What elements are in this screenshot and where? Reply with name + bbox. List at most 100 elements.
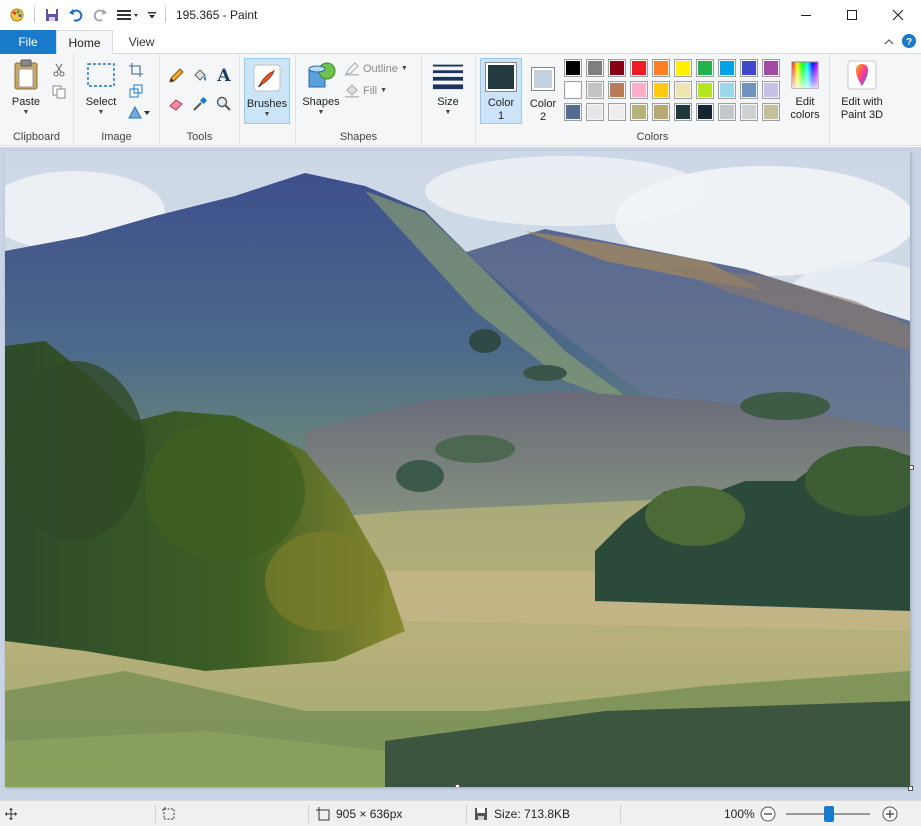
palette-swatch[interactable] xyxy=(762,59,780,77)
palette-swatch[interactable] xyxy=(674,81,692,99)
minimize-button[interactable] xyxy=(783,0,829,30)
palette-swatch[interactable] xyxy=(696,81,714,99)
zoom-level: 100% xyxy=(724,807,755,821)
image-group-label: Image xyxy=(101,131,132,143)
palette-swatch[interactable] xyxy=(608,81,626,99)
clipboard-group-label: Clipboard xyxy=(12,131,61,143)
tab-view[interactable]: View xyxy=(113,30,170,54)
palette-swatch[interactable] xyxy=(762,81,780,99)
copy-icon[interactable] xyxy=(49,82,69,102)
help-icon[interactable]: ? xyxy=(901,33,917,52)
ribbon: Paste ▼ Clipboard Select ▼ Image A Tools… xyxy=(0,54,921,146)
palette-swatch[interactable] xyxy=(652,81,670,99)
magnifier-icon[interactable] xyxy=(214,94,234,114)
palette-swatch[interactable] xyxy=(630,81,648,99)
resize-handle-bottom[interactable] xyxy=(455,784,460,787)
size-group: Size ▼ xyxy=(422,54,476,146)
palette-swatch[interactable] xyxy=(740,81,758,99)
maximize-button[interactable] xyxy=(829,0,875,30)
palette-swatch[interactable] xyxy=(586,59,604,77)
color1-button[interactable]: Color 1 xyxy=(480,58,522,124)
zoom-in-icon xyxy=(882,806,898,822)
brushes-button[interactable]: Brushes ▼ xyxy=(244,58,290,124)
drawing-canvas[interactable] xyxy=(5,151,910,787)
palette-swatch[interactable] xyxy=(740,103,758,121)
palette-swatch[interactable] xyxy=(564,81,582,99)
paste-caret-icon: ▼ xyxy=(22,109,30,116)
palette-swatch[interactable] xyxy=(564,59,582,77)
undo-icon[interactable] xyxy=(65,4,87,26)
color-palette xyxy=(564,59,788,125)
close-button[interactable] xyxy=(875,0,921,30)
palette-swatch[interactable] xyxy=(608,103,626,121)
color-picker-icon[interactable] xyxy=(190,94,210,114)
separator xyxy=(165,7,166,23)
paint-app-icon[interactable] xyxy=(6,4,28,26)
image-dimensions: 905 × 636px xyxy=(316,801,402,826)
select-icon xyxy=(85,58,117,92)
palette-swatch[interactable] xyxy=(630,103,648,121)
palette-swatch[interactable] xyxy=(586,103,604,121)
fill-bucket-icon[interactable] xyxy=(190,66,210,86)
palette-swatch[interactable] xyxy=(718,103,736,121)
cut-icon[interactable] xyxy=(49,60,69,80)
select-caret-icon: ▼ xyxy=(97,109,105,116)
palette-swatch[interactable] xyxy=(674,103,692,121)
selection-size xyxy=(162,801,176,826)
palette-swatch[interactable] xyxy=(652,59,670,77)
shapes-group-label: Shapes xyxy=(339,131,378,143)
customize-toolbar-icon[interactable] xyxy=(113,4,143,26)
palette-swatch[interactable] xyxy=(718,59,736,77)
edit-colors-button[interactable]: Edit colors xyxy=(782,58,828,122)
paste-button[interactable]: Paste ▼ xyxy=(6,58,46,117)
collapse-ribbon-icon[interactable] xyxy=(883,36,895,50)
canvas-workspace[interactable] xyxy=(0,147,921,800)
size-button[interactable]: Size ▼ xyxy=(428,58,468,117)
palette-swatch[interactable] xyxy=(652,103,670,121)
palette-swatch[interactable] xyxy=(718,81,736,99)
status-bar: 905 × 636px Size: 713.8KB 100% xyxy=(0,800,921,826)
zoom-out-button[interactable] xyxy=(760,801,776,826)
ribbon-tabs: File Home View ? xyxy=(0,30,921,55)
palette-swatch[interactable] xyxy=(696,103,714,121)
window-title: 195.365 - Paint xyxy=(176,8,258,22)
select-button[interactable]: Select ▼ xyxy=(80,58,122,117)
zoom-out-icon xyxy=(760,806,776,822)
size-caret-icon: ▼ xyxy=(444,109,452,116)
tab-home[interactable]: Home xyxy=(56,30,113,55)
move-cursor-icon xyxy=(5,808,17,820)
resize-handle-right[interactable] xyxy=(909,465,914,470)
shapes-group: Shapes ▼ Outline ▼ Fill ▼ Shapes xyxy=(296,54,422,146)
fill-button[interactable]: Fill ▼ xyxy=(344,84,387,98)
palette-swatch[interactable] xyxy=(674,59,692,77)
resize-icon[interactable] xyxy=(126,81,146,101)
rotate-icon[interactable] xyxy=(126,102,152,122)
palette-swatch[interactable] xyxy=(586,81,604,99)
palette-swatch[interactable] xyxy=(608,59,626,77)
save-icon[interactable] xyxy=(41,4,63,26)
pencil-icon[interactable] xyxy=(166,66,186,86)
text-tool-icon[interactable]: A xyxy=(214,66,234,86)
color2-button[interactable]: Color 2 xyxy=(524,58,562,124)
redo-icon[interactable] xyxy=(89,4,111,26)
palette-swatch[interactable] xyxy=(696,59,714,77)
outline-button[interactable]: Outline ▼ xyxy=(344,62,408,76)
window-controls xyxy=(783,0,921,30)
eraser-icon[interactable] xyxy=(166,94,186,114)
quick-access-toolbar xyxy=(0,0,170,30)
tools-group-label: Tools xyxy=(186,131,213,143)
palette-swatch[interactable] xyxy=(762,103,780,121)
shapes-button[interactable]: Shapes ▼ xyxy=(300,58,342,117)
resize-handle-corner[interactable] xyxy=(908,786,913,791)
palette-swatch[interactable] xyxy=(740,59,758,77)
tab-file[interactable]: File xyxy=(0,30,56,54)
palette-swatch[interactable] xyxy=(630,59,648,77)
zoom-in-button[interactable] xyxy=(882,801,898,826)
dropdown-arrow-icon[interactable] xyxy=(145,4,159,26)
crop-icon[interactable] xyxy=(126,60,146,80)
image-dimensions-icon xyxy=(316,807,330,821)
edit-with-paint3d-button[interactable]: Edit with Paint 3D xyxy=(834,58,890,122)
palette-swatch[interactable] xyxy=(564,103,582,121)
zoom-slider-thumb[interactable] xyxy=(824,806,834,822)
colors-group: Color 1 Color 2 Edit colors Colors xyxy=(476,54,830,146)
